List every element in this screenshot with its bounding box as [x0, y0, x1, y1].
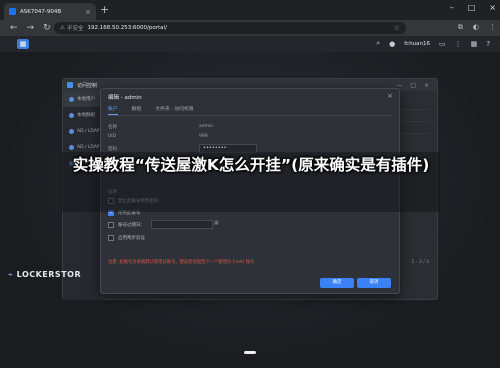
brand-logo: ⌁ LOCKERSTOR — [8, 270, 81, 279]
group-icon — [69, 112, 74, 118]
home-button[interactable]: ▦ — [17, 39, 29, 49]
browser-tab-bar: ASK7047-904B × + – □ × — [0, 0, 500, 20]
url-text: 192.168.50.253:6000/portal/ — [87, 25, 167, 31]
pagination-info: 1 - 3 / 3 — [411, 260, 429, 265]
sidebar-item-label: 本地用户 — [77, 97, 95, 102]
brand-name: LOCKERSTOR — [16, 270, 82, 279]
tab-title: ASK7047-904B — [20, 8, 62, 15]
close-icon[interactable]: × — [387, 92, 393, 100]
portal-header-icons: ⌕ ● fchuan16 ▭ ⋮ ▦ ? — [376, 39, 490, 48]
sidebar-item-local-users[interactable]: 本地用户 — [63, 91, 103, 107]
expiry-date-input[interactable] — [151, 220, 213, 229]
uid-label: UID — [108, 134, 117, 139]
back-icon[interactable]: ← — [10, 23, 18, 33]
tab-account[interactable]: 账户 — [108, 105, 118, 115]
portal-header: ▦ ⌕ ● fchuan16 ▭ ⋮ ▦ ? — [0, 36, 500, 52]
favicon-icon — [9, 8, 16, 15]
brand-mark: ⌁ — [8, 270, 14, 279]
sidebar-item-label: 本地群组 — [77, 113, 95, 118]
group-icon — [69, 144, 74, 150]
sidebar-item-label: AD / LDAP — [77, 128, 100, 134]
minimize-button[interactable]: – — [450, 3, 454, 12]
username[interactable]: fchuan16 — [404, 41, 430, 47]
user-icon — [69, 128, 74, 134]
tab-folder-permissions[interactable]: 文件夹 - 访问权限 — [155, 105, 193, 115]
options-icon[interactable]: ⋮ — [455, 40, 462, 48]
warning-note: 注意: 此账号为系统默认管理员账号，建议您保留至少一个管理员 (root) 账号 — [108, 260, 255, 265]
warning-icon: ⚠ — [60, 25, 65, 31]
checkbox-label: 启用两步验证 — [118, 236, 145, 241]
maximize-button[interactable]: □ — [468, 3, 476, 12]
menu-icon[interactable]: ⋮ — [489, 23, 496, 32]
checkbox-label: 账号过期日： — [118, 223, 145, 228]
nav-buttons: ← → ↻ — [10, 23, 51, 33]
cancel-button[interactable]: 取消 — [357, 278, 391, 288]
dialog-title: 编辑 - admin — [108, 95, 142, 101]
reload-icon[interactable]: ↻ — [43, 23, 51, 33]
extensions-icon[interactable]: ⧉ — [458, 23, 463, 32]
divider — [108, 115, 392, 116]
chat-icon[interactable]: ▭ — [439, 40, 446, 48]
sidebar-item-local-groups[interactable]: 本地群组 — [63, 107, 103, 123]
uid-value: 999 — [199, 134, 208, 139]
calendar-icon[interactable]: ▦ — [214, 220, 219, 226]
help-icon[interactable]: ? — [486, 40, 490, 48]
checkbox[interactable] — [108, 235, 114, 241]
forward-icon[interactable]: → — [27, 23, 35, 33]
app-title: 访问控制 — [77, 82, 98, 89]
security-label: 不安全 — [66, 26, 84, 32]
user-icon — [69, 96, 74, 102]
app-icon — [67, 82, 73, 88]
window-controls: – □ × — [450, 3, 496, 12]
name-label: 名称 — [108, 125, 117, 130]
sidebar-item-ad-ldap-users[interactable]: AD / LDAP — [63, 123, 103, 139]
headline-text: 实操教程“传送屋激K怎么开挂”(原来确实是有插件) — [72, 156, 430, 174]
new-tab-button[interactable]: + — [100, 3, 109, 17]
dock-indicator[interactable] — [244, 351, 256, 354]
browser-tab[interactable]: ASK7047-904B × — [4, 3, 96, 20]
browser-toolbar: ← → ↻ ⚠ 不安全 192.168.50.253:6000/portal/ … — [0, 20, 500, 36]
close-window-button[interactable]: × — [489, 3, 496, 12]
user-icon[interactable]: ● — [389, 40, 395, 48]
grid-icon[interactable]: ▦ — [471, 40, 478, 48]
name-value: admin — [199, 124, 214, 129]
toolbar-icons: ⧉ ◐ ⋮ — [458, 23, 496, 32]
app-window-controls[interactable]: — □ × — [396, 82, 432, 89]
address-bar[interactable]: ⚠ 不安全 192.168.50.253:6000/portal/ ☆ — [54, 22, 406, 34]
dialog-tabs: 账户 群组 文件夹 - 访问权限 — [108, 105, 194, 115]
checkbox[interactable] — [108, 222, 114, 228]
sidebar-item-label: AD / LDAP — [77, 144, 100, 150]
checkbox-two-step-verification[interactable]: 启用两步验证 — [108, 235, 145, 241]
search-icon[interactable]: ⌕ — [376, 39, 380, 48]
profile-icon[interactable]: ◐ — [473, 23, 479, 32]
checkbox-account-expiry[interactable]: 账号过期日： — [108, 222, 145, 228]
close-tab-icon[interactable]: × — [85, 8, 91, 16]
star-icon[interactable]: ☆ — [394, 24, 400, 32]
tab-groups[interactable]: 群组 — [132, 105, 142, 115]
ok-button[interactable]: 确定 — [320, 278, 354, 288]
